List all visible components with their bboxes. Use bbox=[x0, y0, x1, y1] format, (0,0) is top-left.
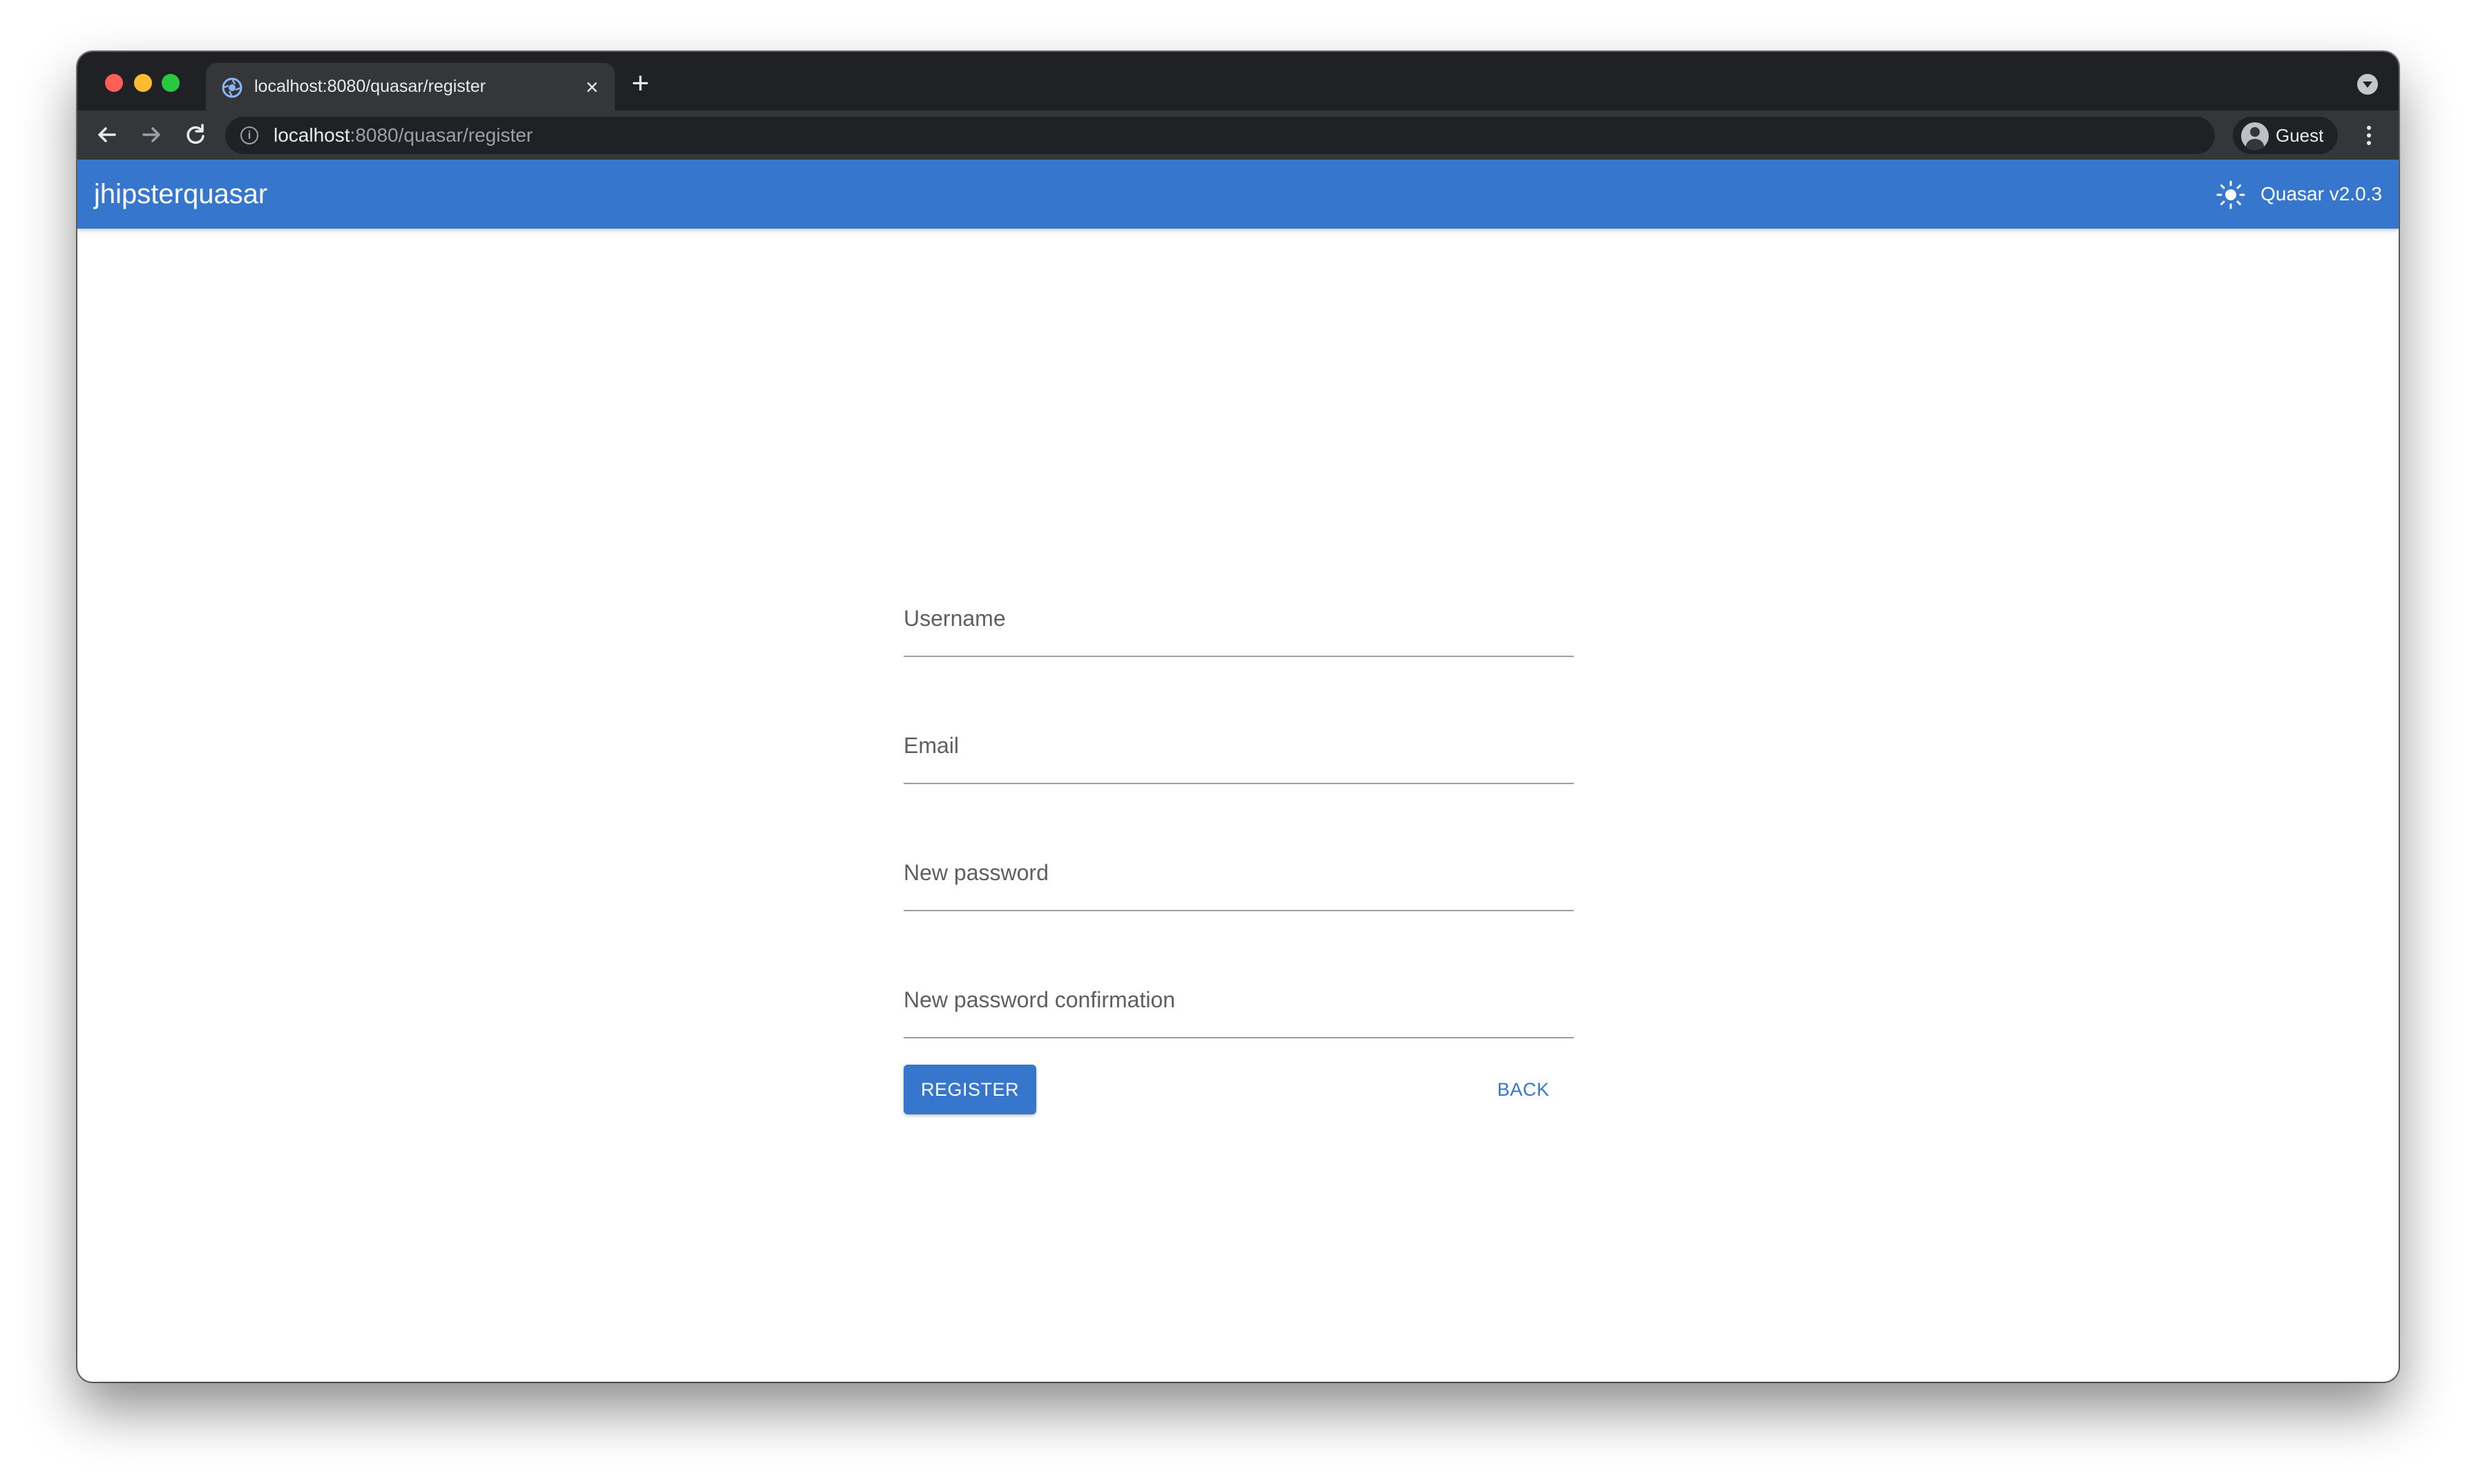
new-password-field[interactable]: New password bbox=[904, 810, 1574, 938]
register-button[interactable]: REGISTER bbox=[904, 1065, 1036, 1114]
kebab-menu-icon[interactable] bbox=[2359, 123, 2379, 148]
reload-icon bbox=[187, 124, 204, 144]
maximize-window-button[interactable] bbox=[162, 74, 180, 92]
field-underline bbox=[904, 1037, 1574, 1038]
url-text: localhost:8080/quasar/register bbox=[274, 117, 533, 154]
browser-toolbar: i localhost:8080/quasar/register Guest bbox=[77, 111, 2399, 160]
close-window-button[interactable] bbox=[105, 74, 123, 92]
reload-button[interactable] bbox=[180, 119, 211, 151]
new-password-confirmation-label: New password confirmation bbox=[904, 987, 1176, 1012]
tab-close-icon[interactable]: × bbox=[582, 76, 602, 98]
browser-tab[interactable]: localhost:8080/quasar/register × bbox=[206, 63, 615, 111]
version-label: Quasar v2.0.3 bbox=[2260, 183, 2382, 204]
avatar bbox=[2241, 122, 2269, 150]
back-link-button[interactable]: BACK bbox=[1485, 1065, 1561, 1114]
tab-strip: localhost:8080/quasar/register × + bbox=[77, 52, 2399, 111]
url-host: localhost bbox=[274, 124, 350, 146]
sun-icon[interactable] bbox=[2216, 180, 2245, 209]
profile-button[interactable]: Guest bbox=[2233, 117, 2338, 154]
tab-title: localhost:8080/quasar/register bbox=[254, 77, 486, 96]
new-password-label: New password bbox=[904, 860, 1049, 885]
email-field[interactable]: Email bbox=[904, 683, 1574, 810]
app-title[interactable]: jhipsterquasar bbox=[94, 160, 267, 229]
arrow-right-icon bbox=[142, 127, 160, 142]
back-button[interactable] bbox=[91, 119, 123, 151]
address-bar[interactable]: i localhost:8080/quasar/register bbox=[225, 117, 2215, 154]
username-label: Username bbox=[904, 606, 1006, 631]
email-label: Email bbox=[904, 733, 960, 758]
forward-button[interactable] bbox=[135, 119, 167, 151]
browser-window: localhost:8080/quasar/register × + i loc… bbox=[77, 52, 2399, 1382]
url-path: :8080/quasar/register bbox=[350, 124, 533, 146]
minimize-window-button[interactable] bbox=[134, 74, 152, 92]
app-header: jhipsterquasar Quasar v2.0.3 bbox=[77, 160, 2399, 229]
info-icon[interactable]: i bbox=[240, 126, 258, 144]
quasar-logo-icon bbox=[222, 77, 242, 98]
new-password-confirmation-field[interactable]: New password confirmation bbox=[904, 938, 1574, 1065]
username-field[interactable]: Username bbox=[904, 556, 1574, 683]
tab-search-icon[interactable] bbox=[2357, 74, 2378, 95]
new-tab-button[interactable]: + bbox=[627, 68, 654, 99]
field-underline bbox=[904, 910, 1574, 911]
field-underline bbox=[904, 656, 1574, 657]
field-underline bbox=[904, 783, 1574, 784]
profile-label: Guest bbox=[2276, 125, 2324, 146]
form-actions: REGISTER BACK bbox=[904, 1065, 1574, 1120]
register-form: Username Email New password New password… bbox=[904, 556, 1574, 1120]
arrow-left-icon bbox=[98, 127, 116, 142]
